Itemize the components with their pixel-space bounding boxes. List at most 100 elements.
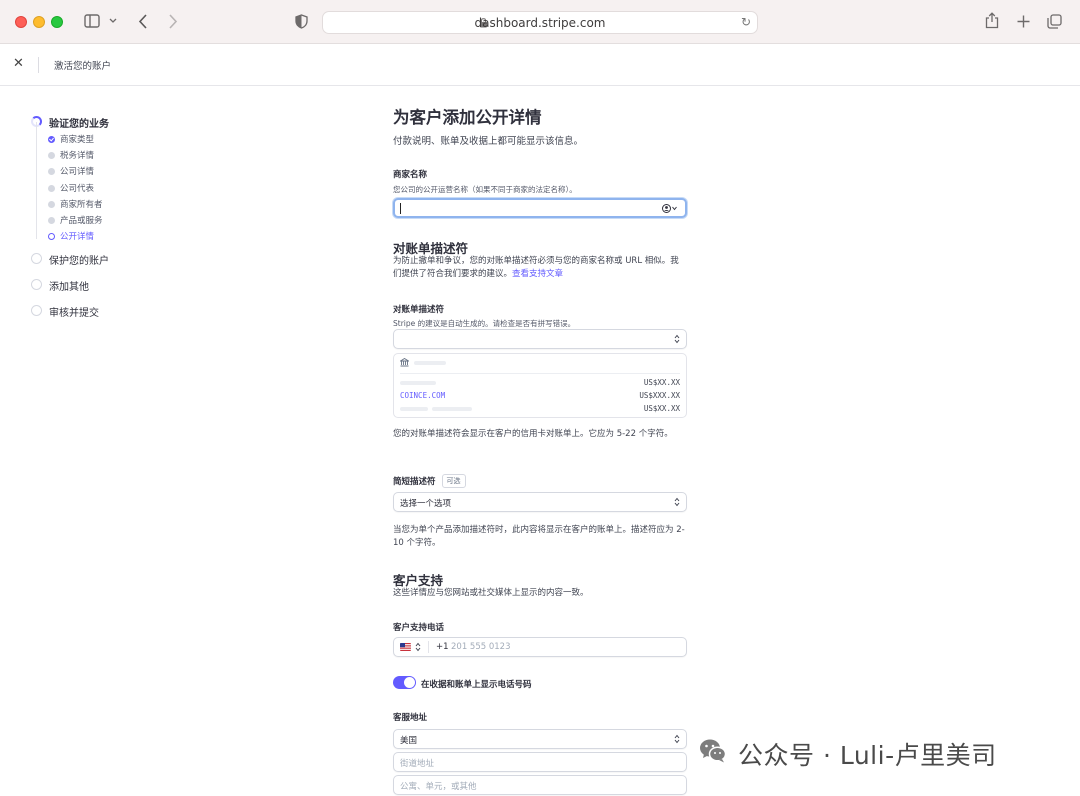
substep-label: 产品或服务 [60,215,103,226]
unit-address-placeholder: 公寓、单元，或其他 [400,782,477,792]
pending-dot-icon [48,152,55,160]
preview-descriptor: COINCE.COM [400,391,446,400]
preview-amount: US$XX.XX [643,404,680,413]
substep-company-details[interactable]: 公司详情 [30,164,230,180]
support-article-link[interactable]: 查看支持文章 [512,269,563,279]
preview-amount: US$XXX.XX [639,391,680,400]
business-name-label: 商家名称 [393,170,428,180]
us-flag-icon[interactable] [400,643,411,651]
privacy-shield-icon[interactable] [295,14,308,29]
substep-label: 商家类型 [60,135,95,145]
substep-list: 商家类型 税务详情 公司详情 公司代表 商家所有者 产品或服务 公开详情 [30,121,230,245]
customer-support-intro: 这些详情应与您网站或社交媒体上显示的内容一致。 [393,588,589,598]
toggle-knob [404,677,415,688]
short-descriptor-value: 选择一个选项 [400,499,452,509]
substep-label: 公司详情 [60,167,95,178]
close-icon[interactable]: ✕ [13,56,24,71]
country-select-arrows-icon[interactable] [415,642,421,652]
substep-label: 公司代表 [60,183,95,194]
step-add-extras[interactable]: 添加其他 [30,277,230,303]
support-address-label: 客服地址 [393,713,428,723]
phone-divider [428,641,429,653]
short-descriptor-select[interactable]: 选择一个选项 [393,492,687,512]
wechat-watermark: 公众号 · Luli-卢里美司 [688,722,1048,780]
step-label: 验证您的业务 [49,119,109,130]
substep-business-type[interactable]: 商家类型 [30,132,230,148]
step-secure-account[interactable]: 保护您的账户 [30,251,230,277]
step-review-submit[interactable]: 审核并提交 [30,303,230,329]
substep-label: 公开详情 [60,232,95,243]
substep-products-services[interactable]: 产品或服务 [30,213,230,229]
window-close-button[interactable] [15,16,27,28]
phone-country-code: +1 [436,642,449,652]
statement-descriptor-label: 对账单描述符 [393,305,445,315]
unit-address-input[interactable]: 公寓、单元，或其他 [393,775,687,795]
statement-descriptor-select[interactable] [393,329,687,349]
pending-dot-icon [48,184,55,192]
current-step-icon [48,233,55,241]
statement-preview: US$XX.XX COINCE.COM US$XXX.XX US$XX.XX [393,353,687,418]
country-value: 美国 [400,736,418,746]
pending-dot-icon [48,216,55,224]
statement-descriptor-note: 您的对账单描述符会显示在客户的信用卡对账单上。它应为 5-22 个字符。 [393,429,673,439]
optional-badge: 可选 [441,474,466,488]
placeholder-bar [414,361,446,365]
pending-dot-icon [48,200,55,208]
step-label: 保护您的账户 [49,256,109,268]
activation-header: ✕ 激活您的账户 [0,44,1080,86]
pending-dot-icon [48,168,55,176]
url-text: dashboard.stripe.com [474,16,606,30]
pending-step-icon [31,305,42,317]
chevron-down-icon[interactable] [109,18,117,24]
header-divider [38,57,39,73]
address-bar[interactable]: dashboard.stripe.com ↻ [322,11,758,34]
new-tab-icon[interactable] [1017,15,1030,28]
tab-overview-icon[interactable] [1047,14,1062,29]
forward-icon[interactable] [168,14,178,29]
page-title: 为客户添加公开详情 [393,108,542,127]
substep-public-details[interactable]: 公开详情 [30,229,230,245]
placeholder-bar [432,407,472,411]
short-descriptor-note: 当您为单个产品添加描述符时，此内容将显示在客户的账单上。描述符应为 2-10 个… [393,525,685,548]
pending-step-icon [31,279,42,291]
window-minimize-button[interactable] [33,16,45,28]
substep-label: 商家所有者 [60,199,103,210]
step-label: 审核并提交 [49,308,99,320]
phone-placeholder: 201 555 0123 [451,642,511,652]
sidebar-toggle-icon[interactable] [84,14,100,28]
street-address-input[interactable]: 街道地址 [393,752,687,772]
show-phone-toggle[interactable] [393,676,416,689]
page-subtitle: 付款说明、账单及收据上都可能显示该信息。 [393,136,584,147]
browser-toolbar: dashboard.stripe.com ↻ [0,0,1080,44]
preview-amount: US$XX.XX [643,378,680,387]
short-descriptor-label: 简短描述符 可选 [393,474,466,488]
country-select[interactable]: 美国 [393,729,687,749]
page-header-title: 激活您的账户 [54,61,112,72]
reload-icon[interactable]: ↻ [741,15,751,29]
autofill-contact-icon[interactable] [662,204,678,213]
select-arrows-icon [674,734,680,744]
statement-descriptor-help: Stripe 的建议是自动生成的。请检查是否有拼写错误。 [393,319,576,328]
step-label: 添加其他 [49,282,89,294]
wechat-logo-icon [700,739,727,763]
select-arrows-icon [674,497,680,507]
business-name-help: 您公司的公开运营名称（如果不同于商家的法定名称）。 [393,185,577,194]
substep-tax-details[interactable]: 税务详情 [30,148,230,164]
share-icon[interactable] [985,12,999,29]
watermark-text: 公众号 · Luli-卢里美司 [738,741,997,770]
short-descriptor-label-text: 简短描述符 [393,477,436,487]
placeholder-bar [400,407,428,411]
activation-stepper: 验证您的业务 商家类型 税务详情 公司详情 公司代表 商家所有者 产品或服务 公… [30,114,230,329]
back-icon[interactable] [138,14,148,29]
substep-business-owners[interactable]: 商家所有者 [30,197,230,213]
bank-icon [400,358,409,367]
substep-company-representative[interactable]: 公司代表 [30,181,230,197]
street-address-placeholder: 街道地址 [400,759,435,769]
pending-step-icon [31,253,42,265]
substep-label: 税务详情 [60,151,95,162]
window-zoom-button[interactable] [51,16,63,28]
support-phone-input[interactable]: +1 201 555 0123 [393,637,687,657]
select-arrows-icon [674,334,680,344]
business-name-input[interactable] [393,198,687,218]
text-caret [400,203,401,214]
